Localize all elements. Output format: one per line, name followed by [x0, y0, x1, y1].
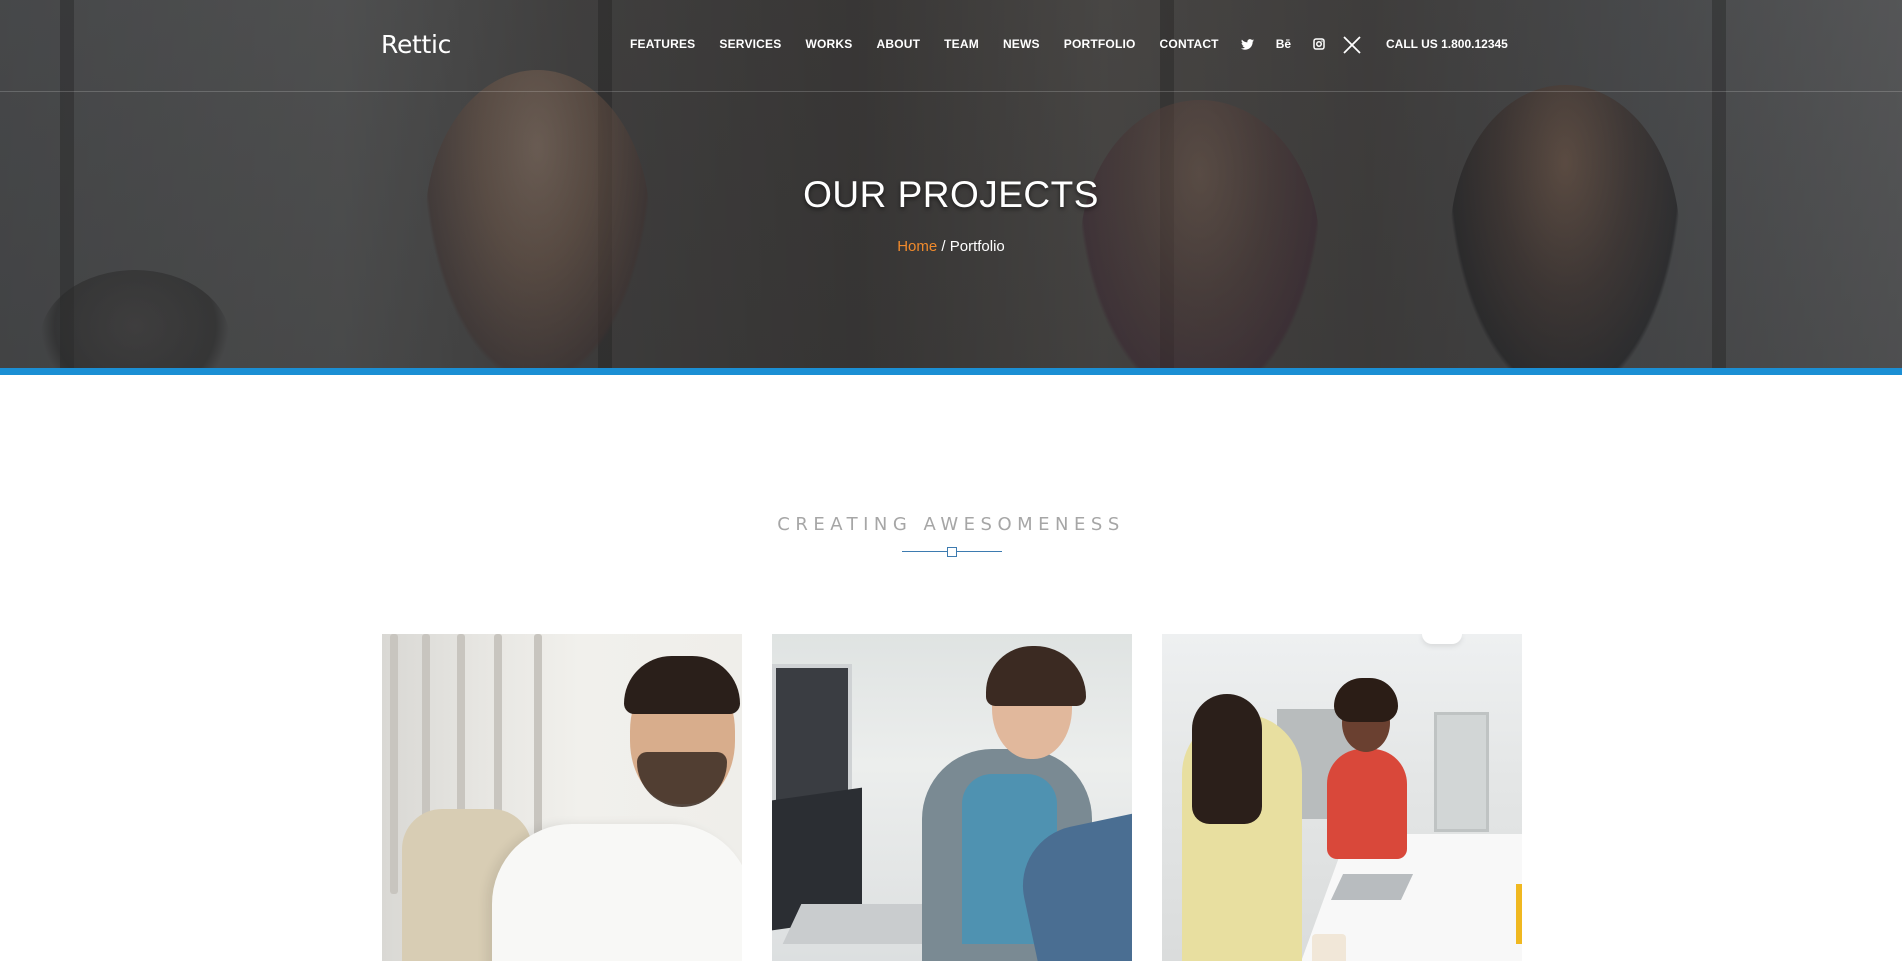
background-person: [1450, 85, 1680, 368]
portfolio-item[interactable]: [772, 634, 1132, 961]
breadcrumb: Home / Portfolio: [0, 238, 1902, 255]
photo-detail: [492, 824, 742, 961]
photo-detail: [1422, 634, 1462, 644]
portfolio-item[interactable]: [1162, 634, 1522, 961]
portfolio-item[interactable]: [382, 634, 742, 961]
nav-item-about[interactable]: ABOUT: [876, 37, 920, 51]
photo-detail: [1330, 874, 1414, 900]
hero-banner: Rettic FEATURES SERVICES WORKS ABOUT TEA…: [0, 0, 1902, 368]
photo-detail: [1516, 884, 1522, 944]
breadcrumb-home-link[interactable]: Home: [897, 238, 937, 255]
page-title: OUR PROJECTS: [803, 174, 1099, 215]
background-person: [1080, 100, 1320, 368]
main-nav: FEATURES SERVICES WORKS ABOUT TEAM NEWS …: [630, 37, 1347, 51]
call-us-phone[interactable]: CALL US 1.800.12345: [1386, 37, 1508, 51]
twitter-icon[interactable]: [1240, 38, 1254, 50]
background-person: [425, 70, 650, 368]
social-links: Bē: [1240, 37, 1347, 51]
nav-item-features[interactable]: FEATURES: [630, 37, 695, 51]
photo-detail: [1327, 749, 1407, 859]
heading-divider: [902, 546, 1002, 558]
breadcrumb-current: Portfolio: [949, 238, 1005, 255]
nav-item-works[interactable]: WORKS: [805, 37, 852, 51]
behance-icon[interactable]: Bē: [1276, 37, 1291, 51]
nav-item-contact[interactable]: CONTACT: [1160, 37, 1219, 51]
photo-detail: [637, 752, 727, 807]
photo-detail: [390, 634, 398, 894]
site-logo[interactable]: Rettic: [381, 30, 451, 59]
instagram-icon[interactable]: [1313, 38, 1325, 50]
photo-detail: [986, 646, 1086, 706]
hero-accent-bar: [0, 368, 1902, 375]
section-heading: CREATING AWESOMENESS: [777, 514, 1125, 535]
photo-detail: [1192, 694, 1262, 824]
nav-item-services[interactable]: SERVICES: [719, 37, 781, 51]
nav-item-team[interactable]: TEAM: [944, 37, 979, 51]
breadcrumb-separator: /: [937, 238, 950, 255]
photo-detail: [1434, 712, 1489, 832]
close-icon[interactable]: [1343, 36, 1361, 54]
photo-detail: [1312, 934, 1346, 961]
nav-item-news[interactable]: NEWS: [1003, 37, 1040, 51]
divider-square-icon: [947, 547, 957, 557]
photo-detail: [624, 656, 740, 714]
nav-item-portfolio[interactable]: PORTFOLIO: [1064, 37, 1136, 51]
site-header: Rettic FEATURES SERVICES WORKS ABOUT TEA…: [0, 0, 1902, 92]
photo-detail: [1334, 678, 1398, 722]
